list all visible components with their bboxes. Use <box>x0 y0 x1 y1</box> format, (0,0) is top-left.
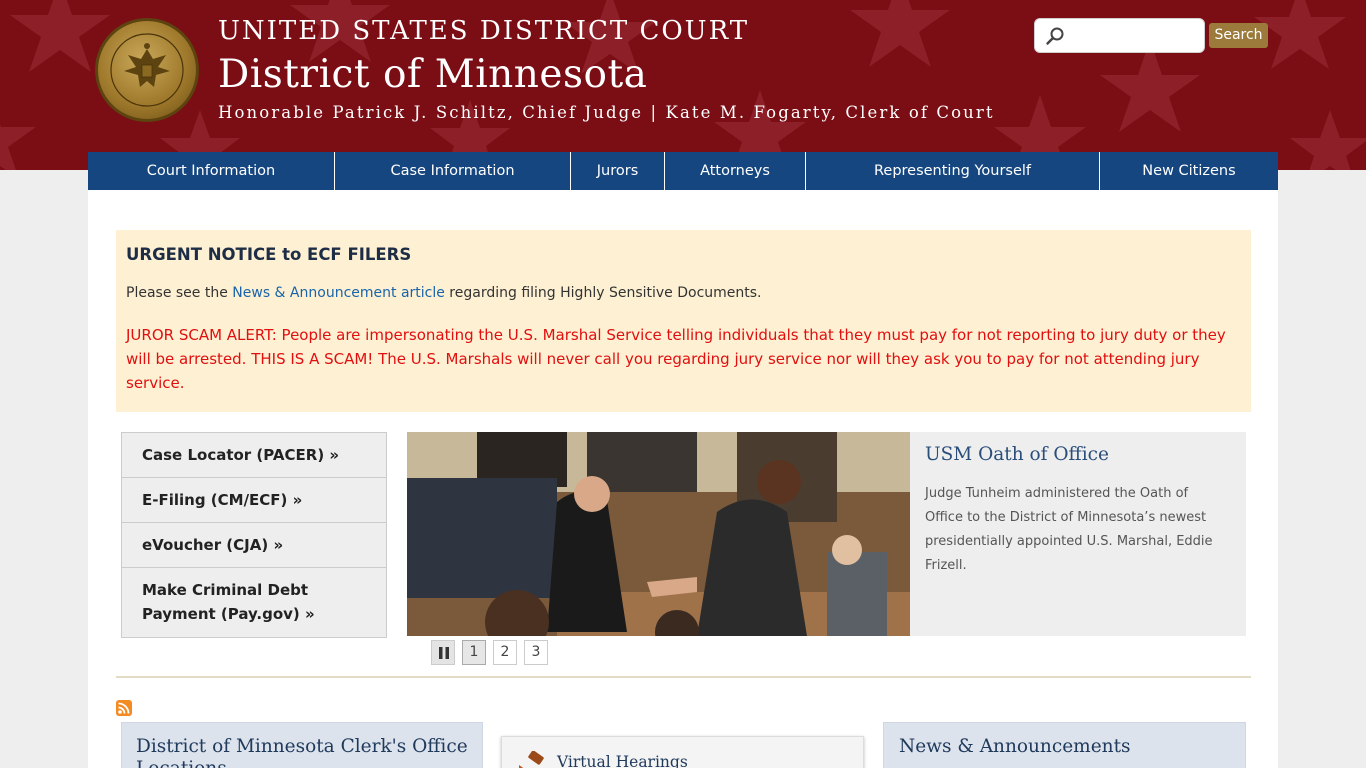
pause-button[interactable] <box>431 640 455 665</box>
main-navigation: Court Information Case Information Juror… <box>88 152 1278 190</box>
news-announcements-title[interactable]: News & Announcements <box>899 736 1131 758</box>
notice-title: URGENT NOTICE to ECF FILERS <box>126 245 412 264</box>
quick-links: Case Locator (PACER) » E-Filing (CM/ECF)… <box>121 432 387 638</box>
quick-link-criminal-debt-payment[interactable]: Make Criminal Debt Payment (Pay.gov) » <box>122 568 386 637</box>
news-article-link[interactable]: News & Announcement article <box>232 285 445 301</box>
slideshow-caption: USM Oath of Office Judge Tunheim adminis… <box>910 432 1246 636</box>
gavel-icon <box>519 751 544 768</box>
nav-new-citizens[interactable]: New Citizens <box>1100 152 1278 190</box>
notice-text-after: regarding filing Highly Sensitive Docume… <box>444 285 762 301</box>
court-name: UNITED STATES DISTRICT COURT <box>218 16 750 46</box>
search-input[interactable] <box>1069 23 1199 49</box>
virtual-hearings-title[interactable]: Virtual Hearings <box>557 751 688 768</box>
slide-page-1[interactable]: 1 <box>462 640 486 665</box>
district-title[interactable]: District of Minnesota <box>218 52 647 97</box>
search-field[interactable] <box>1034 18 1205 53</box>
pause-icon <box>439 647 449 659</box>
nav-court-information[interactable]: Court Information <box>88 152 335 190</box>
main-content: URGENT NOTICE to ECF FILERS Please see t… <box>88 190 1278 768</box>
slide-page-2[interactable]: 2 <box>493 640 517 665</box>
news-announcements-box: News & Announcements <box>883 722 1246 768</box>
court-seal <box>95 18 199 122</box>
nav-attorneys[interactable]: Attorneys <box>665 152 806 190</box>
court-officers: Honorable Patrick J. Schiltz, Chief Judg… <box>218 103 995 122</box>
site-header: UNITED STATES DISTRICT COURT District of… <box>0 0 1366 170</box>
eagle-icon <box>110 33 184 107</box>
slide-title[interactable]: USM Oath of Office <box>925 444 1109 465</box>
nav-case-information[interactable]: Case Information <box>335 152 571 190</box>
quick-link-e-filing[interactable]: E-Filing (CM/ECF) » <box>122 478 386 523</box>
virtual-hearings-box: Virtual Hearings <box>501 736 864 768</box>
search-icon <box>1046 27 1064 45</box>
nav-jurors[interactable]: Jurors <box>571 152 665 190</box>
notice-text-before: Please see the <box>126 285 233 301</box>
quick-link-case-locator[interactable]: Case Locator (PACER) » <box>122 433 386 478</box>
clerk-office-locations-title[interactable]: District of Minnesota Clerk's Office Loc… <box>136 736 476 768</box>
search-button[interactable]: Search <box>1209 23 1268 48</box>
oath-ceremony-photo <box>407 432 910 636</box>
section-divider <box>116 676 1251 678</box>
quick-link-evoucher[interactable]: eVoucher (CJA) » <box>122 523 386 568</box>
juror-scam-alert: JUROR SCAM ALERT: People are impersonati… <box>126 326 1226 392</box>
slide-description: Judge Tunheim administered the Oath of O… <box>925 486 1213 573</box>
slideshow-photo[interactable] <box>407 432 910 636</box>
slide-page-3[interactable]: 3 <box>524 640 548 665</box>
slideshow-pager: 1 2 3 <box>431 640 548 666</box>
rss-feed-glyph <box>118 702 130 714</box>
notice-text: Please see the News & Announcement artic… <box>126 285 762 301</box>
rss-icon[interactable] <box>116 700 132 716</box>
clerk-office-locations-box: District of Minnesota Clerk's Office Loc… <box>121 722 483 768</box>
urgent-notice: URGENT NOTICE to ECF FILERS Please see t… <box>116 230 1251 412</box>
nav-representing-yourself[interactable]: Representing Yourself <box>806 152 1100 190</box>
